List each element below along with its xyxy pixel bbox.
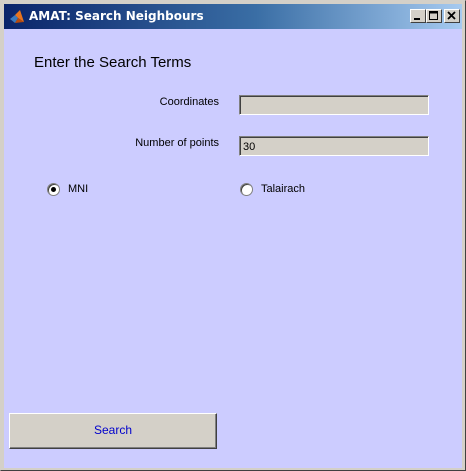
coordinates-input[interactable]	[239, 95, 429, 115]
coordinates-label: Coordinates	[159, 96, 219, 108]
close-button[interactable]	[444, 9, 460, 23]
number-of-points-input[interactable]	[239, 136, 429, 156]
talairach-radio-label: Talairach	[261, 183, 306, 195]
maximize-icon	[429, 11, 438, 20]
title-bar[interactable]: AMAT: Search Neighbours	[4, 4, 462, 29]
matlab-icon	[10, 10, 24, 23]
radio-selected-dot	[51, 186, 56, 192]
search-button[interactable]: Search	[9, 413, 217, 449]
maximize-button[interactable]	[426, 9, 442, 23]
radio-button-unchecked[interactable]	[240, 182, 253, 196]
search-panel: Enter the Search Terms Coordinates Numbe…	[4, 29, 462, 468]
app-window: AMAT: Search Neighbours Enter the Search…	[0, 0, 466, 471]
mni-radio[interactable]: MNI	[47, 181, 88, 197]
mni-radio-label: MNI	[68, 183, 89, 195]
minimize-button[interactable]	[410, 9, 426, 23]
close-icon	[447, 11, 456, 20]
window-title: AMAT: Search Neighbours	[29, 9, 204, 23]
radio-button-checked[interactable]	[47, 182, 60, 196]
page-title: Enter the Search Terms	[34, 54, 192, 71]
number-of-points-label: Number of points	[135, 137, 219, 149]
talairach-radio[interactable]: Talairach	[240, 181, 305, 197]
minimize-icon	[414, 18, 420, 20]
